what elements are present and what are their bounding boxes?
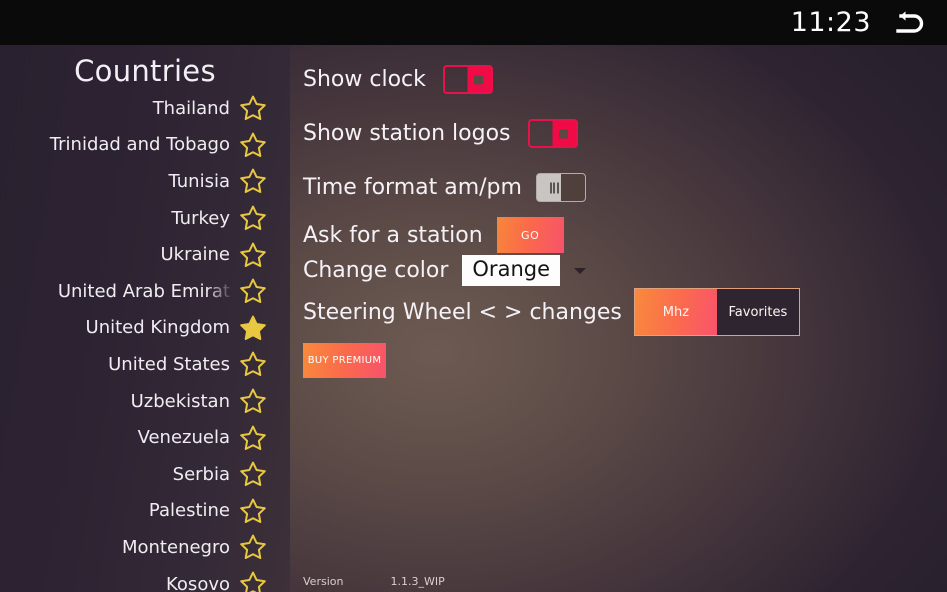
steering-wheel-label: Steering Wheel < > changes: [303, 299, 622, 325]
star-outline-icon[interactable]: [240, 242, 266, 268]
toggle-grip-icon: [549, 182, 559, 193]
star-outline-icon[interactable]: [240, 425, 266, 451]
country-row[interactable]: Tunisia: [0, 163, 290, 200]
back-arrow-icon[interactable]: [889, 6, 929, 40]
setting-show-clock[interactable]: Show clock: [303, 65, 493, 94]
country-row[interactable]: Turkey: [0, 200, 290, 237]
buy-premium-button[interactable]: BUY PREMIUM: [303, 343, 386, 378]
star-outline-icon[interactable]: [240, 534, 266, 560]
country-name: Kosovo: [166, 573, 230, 592]
steering-wheel-segmented-control[interactable]: Mhz Favorites: [633, 288, 800, 336]
star-outline-icon[interactable]: [240, 388, 266, 414]
status-clock: 11:23: [790, 7, 871, 38]
app-root: 11:23 Countries Thailand Trinidad and Tob…: [0, 0, 947, 592]
country-row[interactable]: United States: [0, 346, 290, 383]
star-outline-icon[interactable]: [240, 571, 266, 592]
version-value: 1.1.3_WIP: [390, 575, 445, 588]
segment-favorites[interactable]: Favorites: [716, 289, 799, 335]
star-outline-icon[interactable]: [240, 132, 266, 158]
country-name: Ukraine: [160, 244, 230, 266]
country-name: Venezuela: [137, 427, 230, 449]
star-outline-icon[interactable]: [240, 205, 266, 231]
country-name: Turkey: [171, 207, 230, 229]
toggle-knob: [558, 129, 568, 138]
setting-steering-wheel[interactable]: Steering Wheel < > changes Mhz Favorites: [303, 288, 933, 336]
chevron-down-icon[interactable]: [574, 267, 586, 274]
country-row[interactable]: Venezuela: [0, 419, 290, 456]
color-dropdown-value[interactable]: Orange: [462, 255, 560, 287]
star-filled-icon[interactable]: [240, 315, 266, 341]
country-row[interactable]: United Kingdom: [0, 310, 290, 347]
country-name: Trinidad and Tobago: [49, 134, 230, 156]
setting-ask-for-station[interactable]: Ask for a station GO: [303, 217, 564, 253]
country-row[interactable]: Thailand: [0, 90, 290, 127]
star-outline-icon[interactable]: [240, 498, 266, 524]
country-row[interactable]: United Arab Emirat: [0, 273, 290, 310]
sidebar-title: Countries: [74, 54, 216, 88]
version-label: Version: [303, 575, 344, 588]
country-name: Tunisia: [168, 170, 231, 192]
countries-sidebar[interactable]: Countries Thailand Trinidad and Tobago Tun…: [0, 45, 290, 592]
star-outline-icon[interactable]: [240, 461, 266, 487]
time-format-label: Time format am/pm: [303, 175, 522, 200]
setting-show-station-logos[interactable]: Show station logos: [303, 119, 578, 148]
country-row[interactable]: Kosovo: [0, 566, 290, 592]
main-stage: Countries Thailand Trinidad and Tobago Tun…: [0, 45, 947, 592]
time-format-toggle[interactable]: [535, 173, 586, 202]
setting-time-format[interactable]: Time format am/pm: [303, 173, 586, 202]
show-clock-toggle[interactable]: [442, 65, 493, 94]
show-clock-label: Show clock: [303, 67, 426, 92]
status-bar: 11:23: [0, 0, 947, 45]
country-row[interactable]: Serbia: [0, 456, 290, 493]
settings-panel: Show clock Show station logos Time forma…: [290, 45, 947, 592]
toggle-knob: [473, 75, 483, 84]
go-button[interactable]: GO: [496, 217, 564, 253]
star-outline-icon[interactable]: [240, 278, 266, 304]
country-name: Palestine: [148, 500, 230, 522]
country-row[interactable]: Trinidad and Tobago: [0, 127, 290, 164]
star-outline-icon[interactable]: [240, 351, 266, 377]
country-row[interactable]: Palestine: [0, 493, 290, 530]
country-row[interactable]: Uzbekistan: [0, 383, 290, 420]
change-color-label: Change color: [303, 258, 449, 284]
setting-change-color[interactable]: Change color Orange: [303, 255, 586, 287]
ask-for-station-label: Ask for a station: [303, 222, 483, 248]
show-station-logos-toggle[interactable]: [527, 119, 578, 148]
version-footer: Version 1.1.3_WIP: [303, 575, 445, 588]
country-name: Uzbekistan: [130, 390, 230, 412]
country-list[interactable]: Thailand Trinidad and Tobago Tunisia Turkey…: [0, 90, 290, 592]
country-name: Serbia: [172, 463, 230, 485]
country-name: United Kingdom: [85, 317, 230, 339]
color-dropdown[interactable]: Orange: [462, 255, 586, 287]
country-name: Montenegro: [121, 536, 230, 558]
segment-mhz[interactable]: Mhz: [634, 289, 717, 335]
country-row[interactable]: Montenegro: [0, 529, 290, 566]
star-outline-icon[interactable]: [240, 168, 266, 194]
star-outline-icon[interactable]: [240, 95, 266, 121]
country-row[interactable]: Ukraine: [0, 236, 290, 273]
country-name: United Arab Emirat: [57, 280, 230, 302]
country-name: Thailand: [152, 97, 230, 119]
show-station-logos-label: Show station logos: [303, 121, 511, 146]
country-name: United States: [108, 353, 230, 375]
